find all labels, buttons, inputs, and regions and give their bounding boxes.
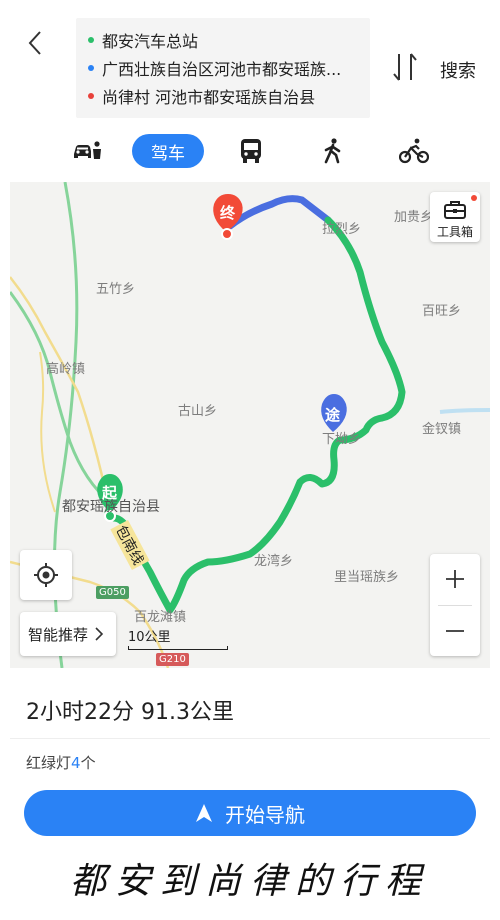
zoom-out-button[interactable] (430, 606, 480, 656)
back-arrow-icon (28, 31, 41, 55)
zoom-controls (430, 554, 480, 656)
map-scale: 10公里 (128, 626, 228, 650)
swap-icon (393, 53, 417, 81)
stop-origin[interactable]: 都安汽车总站 (88, 26, 360, 54)
scale-label: 10公里 (128, 630, 171, 645)
highway-branch (10, 291, 111, 504)
place-gushan: 古山乡 (178, 404, 218, 419)
back-button[interactable] (20, 28, 50, 58)
chevron-right-icon (95, 627, 104, 641)
road-tag-g050: G050 (96, 586, 129, 599)
end-marker-text: 终 (220, 204, 236, 222)
handwritten-caption: 都安到尚律的行程 (69, 861, 430, 902)
toolbox-button[interactable]: 工具箱 (430, 192, 480, 242)
place-lalie: 拉烈乡 (322, 222, 362, 237)
navigation-arrow-icon (196, 804, 212, 822)
smart-recommend-label: 智能推荐 (28, 625, 89, 644)
waypoint-label: 广西壮族自治区河池市都安瑶族... (102, 60, 342, 79)
start-navigation-button[interactable]: 开始导航 (24, 790, 476, 836)
lights-count: 4 (71, 754, 81, 772)
tab-walk[interactable] (318, 134, 348, 168)
place-xiuxue: 下坳乡 (322, 432, 362, 447)
stop-waypoint[interactable]: 广西壮族自治区河池市都安瑶族... (88, 54, 360, 82)
swap-route-button[interactable] (390, 50, 420, 84)
place-bailongtan: 百龙滩镇 (134, 610, 187, 625)
toolbox-label: 工具箱 (436, 225, 473, 239)
tab-bike[interactable] (398, 134, 430, 168)
locate-icon (34, 563, 58, 587)
place-duan: 都安瑶族自治县 (62, 499, 160, 515)
place-jiagui: 加贵乡 (394, 210, 434, 225)
via-marker-text: 途 (325, 406, 341, 424)
origin-label: 都安汽车总站 (102, 32, 199, 51)
place-baiwang: 百旺乡 (422, 304, 462, 319)
destination-dot-icon (88, 93, 94, 99)
lights-suffix: 个 (80, 754, 96, 772)
tab-taxi[interactable] (70, 134, 104, 168)
plus-icon (446, 570, 464, 588)
start-navigation-label: 开始导航 (225, 802, 305, 827)
toolbox-badge (471, 195, 477, 201)
map-base (10, 182, 490, 668)
zoom-in-button[interactable] (430, 554, 480, 604)
stop-destination[interactable]: 尚律村 河池市都安瑶族自治县 (88, 82, 360, 110)
travel-mode-tabs: 驾车 (0, 130, 500, 174)
route-time-distance: 2小时22分 91.3公里 (26, 700, 234, 725)
route-stops-panel[interactable]: 都安汽车总站 广西壮族自治区河池市都安瑶族... 尚律村 河池市都安瑶族自治县 (76, 18, 370, 118)
tab-bus[interactable] (236, 134, 266, 168)
smart-recommend-button[interactable]: 智能推荐 (20, 612, 116, 656)
route-map[interactable]: 终 途 起 加贵乡 拉烈乡 五竹乡 百旺乡 高岭镇 古山乡 金钗镇 下坳乡 都安… (10, 182, 490, 668)
place-gaoling: 高岭镇 (46, 362, 86, 377)
locate-button[interactable] (20, 550, 72, 600)
tab-drive[interactable]: 驾车 (132, 134, 204, 168)
bike-icon (399, 138, 429, 164)
route-blue-segment (226, 195, 332, 230)
bus-icon (241, 139, 261, 163)
waypoint-dot-icon (88, 65, 94, 71)
place-wuzhu: 五竹乡 (96, 282, 136, 297)
place-longwan: 龙湾乡 (254, 554, 294, 569)
route-header: 都安汽车总站 广西壮族自治区河池市都安瑶族... 尚律村 河池市都安瑶族自治县 … (0, 0, 500, 128)
lights-prefix: 红绿灯 (26, 754, 72, 772)
taxi-icon (74, 141, 101, 159)
scale-bar (128, 646, 228, 650)
summary-divider (10, 738, 490, 739)
road-tag-g210: G210 (156, 653, 189, 666)
minus-icon (446, 630, 464, 632)
walk-icon (324, 138, 341, 164)
place-lidang: 里当瑶族乡 (334, 570, 400, 585)
search-button[interactable]: 搜索 (440, 57, 476, 83)
destination-label: 尚律村 河池市都安瑶族自治县 (102, 88, 316, 107)
tab-drive-label: 驾车 (151, 143, 185, 164)
toolbox-icon (444, 201, 466, 219)
place-jinchai: 金钗镇 (422, 422, 462, 437)
river-line (439, 408, 490, 414)
traffic-lights-info: 红绿灯4个 (26, 752, 96, 773)
origin-dot-icon (88, 37, 94, 43)
